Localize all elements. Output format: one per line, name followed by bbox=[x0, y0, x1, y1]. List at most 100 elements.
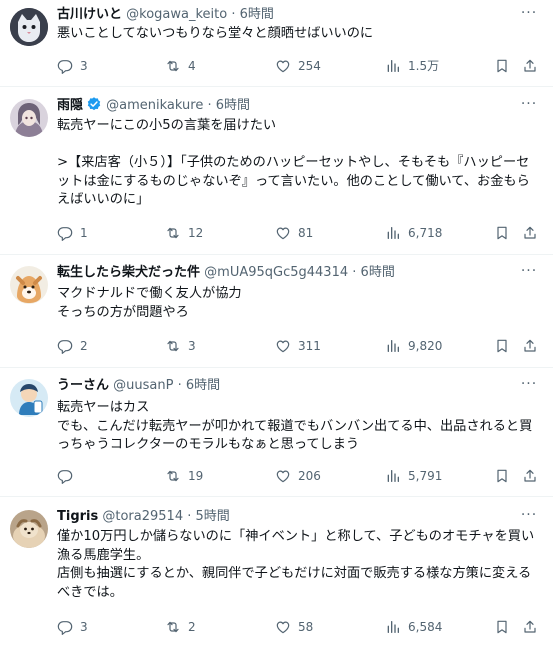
tweet-header: 転生したら柴犬だった件 @mUA95qGc5g44314 · 6時間 bbox=[57, 263, 513, 283]
like-button[interactable]: 81 bbox=[275, 223, 313, 243]
retweet-button[interactable]: 12 bbox=[165, 223, 203, 243]
retweet-button[interactable]: 2 bbox=[165, 617, 196, 637]
views-button[interactable]: 6,584 bbox=[385, 617, 442, 637]
bookmark-button[interactable] bbox=[494, 56, 510, 76]
like-button[interactable]: 58 bbox=[275, 617, 313, 637]
views-button[interactable]: 5,791 bbox=[385, 466, 442, 486]
action-bar: 1 12 81 6,718 bbox=[57, 223, 541, 243]
views-button[interactable]: 9,820 bbox=[385, 336, 442, 356]
tweet-text: マクドナルドで働く友人が協力 そっちの方が問題やろ bbox=[57, 286, 242, 320]
like-button[interactable]: 311 bbox=[275, 336, 321, 356]
action-bar: 3 2 58 6,584 bbox=[57, 617, 541, 637]
tweet-text: 転売ヤーはカス でも、こんだけ転売ヤーが叩かれて報道でもバンバン出てる中、出品さ… bbox=[57, 400, 533, 452]
author-name[interactable]: うーさん bbox=[57, 378, 109, 393]
tweet-item[interactable]: 転生したら柴犬だった件 @mUA95qGc5g44314 · 6時間 ··· マ… bbox=[0, 255, 553, 368]
tweet-item[interactable]: Tigris @tora29514 · 5時間 ··· 僅か10万円しか儲らない… bbox=[0, 497, 553, 650]
tweet-header: 雨隠 @amenikakure · 6時間 bbox=[57, 96, 513, 116]
share-icon bbox=[522, 619, 538, 635]
author-handle[interactable]: @tora29514 bbox=[102, 509, 183, 524]
retweet-button[interactable]: 19 bbox=[165, 466, 203, 486]
like-count: 254 bbox=[298, 59, 321, 73]
bookmark-icon bbox=[494, 468, 510, 484]
views-icon bbox=[385, 338, 401, 354]
reply-count: 1 bbox=[80, 226, 88, 240]
author-name[interactable]: 雨隠 bbox=[57, 98, 83, 113]
tweet-item[interactable]: 雨隠 @amenikakure · 6時間 ··· 転売ヤーにこの小5の言葉を届… bbox=[0, 87, 553, 255]
avatar[interactable] bbox=[10, 8, 48, 46]
tweet-text: 悪いことしてないつもりなら堂々と顔晒せばいいのに bbox=[57, 26, 374, 41]
author-handle[interactable]: @amenikakure bbox=[106, 98, 203, 113]
separator-dot: · bbox=[207, 98, 212, 113]
reply-icon bbox=[57, 338, 73, 354]
avatar[interactable] bbox=[10, 379, 48, 417]
reply-icon bbox=[57, 225, 73, 241]
avatar[interactable] bbox=[10, 99, 48, 137]
bookmark-button[interactable] bbox=[494, 223, 510, 243]
reply-icon bbox=[57, 58, 73, 74]
share-button[interactable] bbox=[522, 617, 538, 637]
retweet-count: 2 bbox=[188, 620, 196, 634]
heart-icon bbox=[275, 468, 291, 484]
retweet-count: 4 bbox=[188, 59, 196, 73]
like-button[interactable]: 206 bbox=[275, 466, 321, 486]
bookmark-button[interactable] bbox=[494, 336, 510, 356]
views-count: 6,584 bbox=[408, 620, 443, 634]
tweet-header: Tigris @tora29514 · 5時間 bbox=[57, 507, 513, 527]
like-count: 58 bbox=[298, 620, 314, 634]
retweet-count: 12 bbox=[188, 226, 204, 240]
more-options-icon[interactable]: ··· bbox=[519, 97, 539, 117]
action-bar: 3 4 254 1.5万 bbox=[57, 56, 541, 76]
heart-icon bbox=[275, 338, 291, 354]
reply-count: 3 bbox=[80, 620, 88, 634]
author-name[interactable]: Tigris bbox=[57, 509, 98, 524]
share-button[interactable] bbox=[522, 56, 538, 76]
share-button[interactable] bbox=[522, 466, 538, 486]
like-button[interactable]: 254 bbox=[275, 56, 321, 76]
retweet-icon bbox=[165, 338, 181, 354]
reply-button[interactable]: 3 bbox=[57, 617, 88, 637]
author-name[interactable]: 転生したら柴犬だった件 bbox=[57, 265, 200, 280]
share-button[interactable] bbox=[522, 336, 538, 356]
more-options-icon[interactable]: ··· bbox=[519, 6, 539, 26]
more-options-icon[interactable]: ··· bbox=[519, 377, 539, 397]
timestamp[interactable]: 6時間 bbox=[361, 265, 395, 280]
like-count: 311 bbox=[298, 339, 321, 353]
views-button[interactable]: 1.5万 bbox=[385, 56, 439, 76]
reply-count: 3 bbox=[80, 59, 88, 73]
bookmark-icon bbox=[494, 58, 510, 74]
author-name[interactable]: 古川けいと bbox=[57, 7, 122, 22]
timestamp[interactable]: 5時間 bbox=[196, 509, 230, 524]
retweet-count: 3 bbox=[188, 339, 196, 353]
timestamp[interactable]: 6時間 bbox=[186, 378, 220, 393]
bookmark-button[interactable] bbox=[494, 617, 510, 637]
views-count: 9,820 bbox=[408, 339, 443, 353]
views-button[interactable]: 6,718 bbox=[385, 223, 442, 243]
reply-button[interactable]: 3 bbox=[57, 56, 88, 76]
tweet-item[interactable]: 古川けいと @kogawa_keito · 6時間 ··· 悪いことしてないつも… bbox=[0, 0, 553, 87]
author-handle[interactable]: @kogawa_keito bbox=[126, 7, 227, 22]
bookmark-icon bbox=[494, 619, 510, 635]
retweet-button[interactable]: 3 bbox=[165, 336, 196, 356]
author-handle[interactable]: @mUA95qGc5g44314 bbox=[204, 265, 348, 280]
bookmark-button[interactable] bbox=[494, 466, 510, 486]
author-handle[interactable]: @uusanP bbox=[113, 378, 173, 393]
timestamp[interactable]: 6時間 bbox=[240, 7, 274, 22]
retweet-button[interactable]: 4 bbox=[165, 56, 196, 76]
reply-button[interactable] bbox=[57, 466, 73, 486]
heart-icon bbox=[275, 58, 291, 74]
separator-dot: · bbox=[187, 509, 192, 524]
timestamp[interactable]: 6時間 bbox=[216, 98, 250, 113]
reply-button[interactable]: 2 bbox=[57, 336, 88, 356]
reply-button[interactable]: 1 bbox=[57, 223, 88, 243]
avatar[interactable] bbox=[10, 510, 48, 548]
retweet-icon bbox=[165, 58, 181, 74]
retweet-icon bbox=[165, 468, 181, 484]
tweet-item[interactable]: うーさん @uusanP · 6時間 ··· 転売ヤーはカス でも、こんだけ転売… bbox=[0, 368, 553, 497]
share-button[interactable] bbox=[522, 223, 538, 243]
more-options-icon[interactable]: ··· bbox=[519, 508, 539, 528]
reply-count: 2 bbox=[80, 339, 88, 353]
heart-icon bbox=[275, 225, 291, 241]
views-icon bbox=[385, 468, 401, 484]
more-options-icon[interactable]: ··· bbox=[519, 264, 539, 284]
avatar[interactable] bbox=[10, 266, 48, 304]
